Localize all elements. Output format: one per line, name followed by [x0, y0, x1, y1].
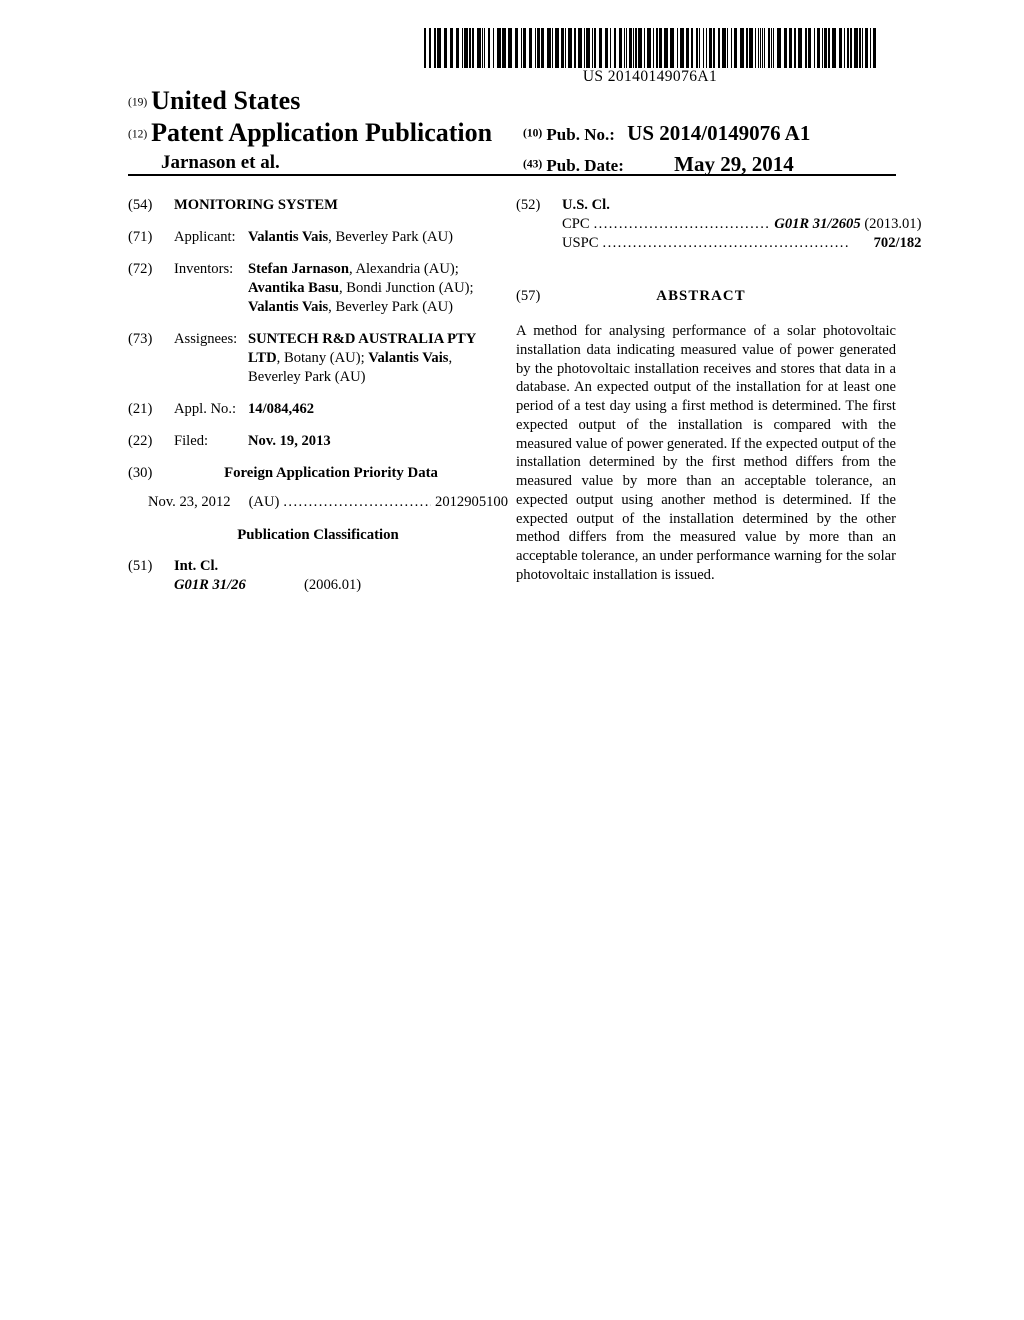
field-filed: (22) Filed: Nov. 19, 2013 [128, 432, 508, 451]
uspc-value: 702/182 [873, 234, 922, 251]
field-appl-no: (21) Appl. No.: 14/084,462 [128, 400, 508, 419]
code-12: (12) [128, 128, 148, 141]
abstract-text: A method for analysing performance of a … [516, 323, 896, 583]
field-int-cl-body: Int. Cl. G01R 31/26 (2006.01) [174, 557, 508, 596]
field-appl-no-label: Appl. No.: [174, 400, 237, 417]
assignee-name-cont: LTD [248, 349, 277, 366]
inventor-row: Valantis Vais, Beverley Park (AU) [248, 298, 508, 317]
uspc-dots: ........................................… [602, 234, 850, 251]
field-title: (54) MONITORING SYSTEM [128, 196, 508, 215]
priority-number: 2012905100 [435, 493, 508, 510]
field-appl-no-tag: (21) [128, 400, 153, 417]
assignee-name: SUNTECH R&D AUSTRALIA PTY [248, 330, 477, 347]
field-inventors-list: Stefan Jarnason, Alexandria (AU); Avanti… [248, 260, 508, 317]
field-filed-value: Nov. 19, 2013 [248, 432, 331, 449]
cpc-value: G01R 31/2605 [774, 215, 861, 232]
field-title-value: MONITORING SYSTEM [174, 197, 338, 213]
field-filed-tag: (22) [128, 432, 153, 449]
pub-date-label: Pub. Date: [546, 156, 624, 175]
publication-classification-heading: Publication Classification [237, 526, 399, 543]
authors-line: Jarnason et al. [161, 152, 280, 173]
pub-number-value: US 2014/0149076 A1 [627, 121, 811, 145]
abstract-header: (57) ABSTRACT [516, 287, 896, 306]
field-inventors-label: Inventors: [174, 260, 234, 277]
pub-number-label: Pub. No.: [546, 125, 615, 144]
code-19: (19) [128, 96, 148, 109]
field-assignees-list: SUNTECH R&D AUSTRALIA PTY LTD, Botany (A… [248, 330, 508, 387]
abstract-tag: (57) [516, 287, 541, 304]
field-foreign-tag: (30) [128, 464, 153, 481]
field-int-cl-tag: (51) [128, 558, 153, 575]
pub-number-row: (10) Pub. No.: US 2014/0149076 A1 [523, 121, 810, 146]
field-assignees-label: Assignees: [174, 330, 238, 347]
code-43: (43) [523, 158, 543, 171]
field-applicant-tag: (71) [128, 228, 153, 245]
doc-type: Patent Application Publication [151, 118, 493, 147]
int-cl-row: G01R 31/26 (2006.01) [174, 576, 508, 595]
inventor-name: Stefan Jarnason [248, 260, 349, 277]
applicant-name: Valantis Vais [248, 228, 329, 245]
uspc-row: USPC ...................................… [562, 234, 921, 253]
int-cl-code: G01R 31/26 [174, 577, 246, 594]
field-foreign-priority: (30) Foreign Application Priority Data [128, 464, 508, 483]
field-title-tag: (54) [128, 197, 153, 213]
field-filed-label: Filed: [174, 432, 209, 449]
country-line: (19) United States [128, 86, 301, 116]
flowchart-figure: Modelling inputs First algorithm Sun pos… [0, 595, 1024, 1095]
cpc-tail: G01R 31/2605 (2013.01) [774, 215, 921, 234]
int-cl-label: Int. Cl. [174, 558, 219, 575]
int-cl-version: (2006.01) [304, 577, 362, 594]
barcode [424, 28, 876, 68]
header-divider [128, 174, 896, 176]
cpc-version: (2013.01) [864, 215, 922, 232]
field-applicant-value: Valantis Vais, Beverley Park (AU) [248, 228, 508, 247]
bibliographic-left-column: (54) MONITORING SYSTEM (71) Applicant: V… [128, 196, 508, 609]
assignee-name-2: Valantis Vais [368, 349, 449, 366]
inventor-rest: , Alexandria (AU); [348, 260, 459, 277]
priority-date: Nov. 23, 2012 [148, 493, 231, 510]
inventor-rest: , Beverley Park (AU) [328, 298, 453, 315]
field-us-cl-tag: (52) [516, 197, 541, 213]
pub-date-value: May 29, 2014 [674, 152, 794, 176]
applicant-rest: , Beverley Park (AU) [328, 228, 453, 245]
assignee-row: LTD, Botany (AU); Valantis Vais, [248, 349, 508, 368]
priority-country: (AU) [248, 493, 280, 510]
field-inventors-tag: (72) [128, 260, 153, 277]
assignee-row: SUNTECH R&D AUSTRALIA PTY [248, 330, 508, 349]
inventor-row: Stefan Jarnason, Alexandria (AU); [248, 260, 508, 279]
country-name: United States [151, 86, 301, 115]
doc-type-line: (12) Patent Application Publication [128, 118, 492, 148]
field-applicant-label: Applicant: [174, 228, 236, 245]
field-assignees-tag: (73) [128, 330, 153, 347]
assignee-sep: , [448, 349, 453, 366]
inventor-row: Avantika Basu, Bondi Junction (AU); [248, 279, 508, 298]
inventor-name: Avantika Basu [248, 279, 339, 296]
abstract-heading: ABSTRACT [656, 287, 746, 304]
cpc-row: CPC ................................... … [562, 215, 921, 234]
uspc-label: USPC [562, 234, 599, 251]
field-int-cl: (51) Int. Cl. G01R 31/26 (2006.01) [128, 557, 508, 596]
field-assignees: (73) Assignees: SUNTECH R&D AUSTRALIA PT… [128, 330, 508, 387]
field-us-cl: (52) U.S. Cl. CPC ......................… [516, 196, 921, 253]
cpc-dots: ................................... [593, 215, 771, 232]
assignee-row: Beverley Park (AU) [248, 368, 508, 387]
field-appl-no-value: 14/084,462 [248, 400, 315, 417]
cpc-label: CPC [562, 215, 590, 232]
barcode-number: US 20140149076A1 [582, 68, 718, 85]
field-inventors: (72) Inventors: Stefan Jarnason, Alexand… [128, 260, 508, 317]
field-us-cl-body: U.S. Cl. CPC ...........................… [562, 196, 921, 253]
us-cl-label: U.S. Cl. [562, 197, 610, 213]
priority-row: Nov. 23, 2012 (AU) .....................… [128, 493, 508, 512]
code-10: (10) [523, 127, 543, 140]
bibliographic-right-column: (52) U.S. Cl. CPC ......................… [516, 196, 921, 585]
field-applicant: (71) Applicant: Valantis Vais, Beverley … [128, 228, 508, 247]
assignee-city: , Botany (AU); [276, 349, 369, 366]
inventor-rest: , Bondi Junction (AU); [338, 279, 474, 296]
foreign-priority-heading: Foreign Application Priority Data [224, 464, 438, 481]
assignee-city-2: Beverley Park (AU) [248, 368, 366, 385]
priority-dots: .................................. [283, 493, 431, 510]
inventor-name: Valantis Vais [248, 298, 329, 315]
